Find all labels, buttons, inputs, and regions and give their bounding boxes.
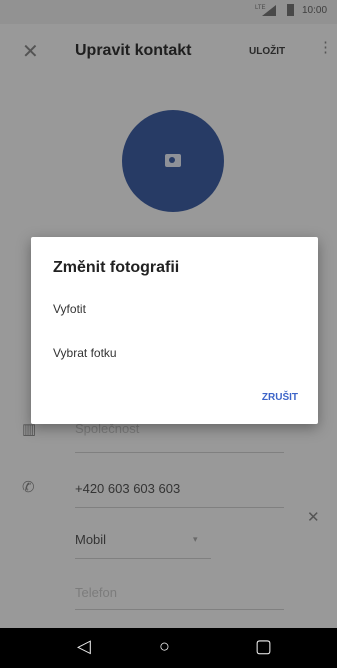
navigation-bar: ◁ ○ ▢ xyxy=(0,628,337,668)
home-icon[interactable]: ○ xyxy=(159,637,170,655)
cancel-button[interactable]: ZRUŠIT xyxy=(262,392,298,403)
back-icon[interactable]: ◁ xyxy=(77,637,91,655)
dialog-title: Změnit fotografii xyxy=(53,259,180,276)
choose-photo-option[interactable]: Vybrat fotku xyxy=(53,346,117,360)
recents-icon[interactable]: ▢ xyxy=(255,637,272,655)
take-photo-option[interactable]: Vyfotit xyxy=(53,302,86,316)
change-photo-dialog: Změnit fotografii Vyfotit Vybrat fotku Z… xyxy=(31,237,318,424)
